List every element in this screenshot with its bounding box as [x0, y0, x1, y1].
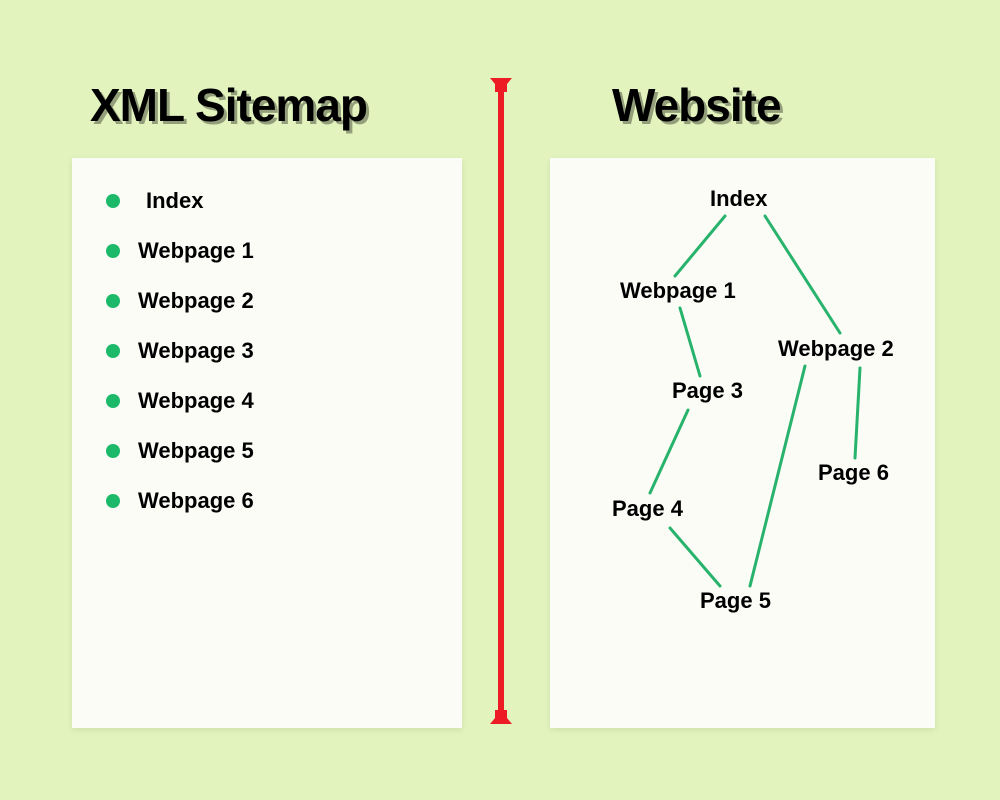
tree-node-webpage1: Webpage 1: [620, 278, 736, 304]
sitemap-list: Index Webpage 1 Webpage 2 Webpage 3 Webp…: [106, 188, 254, 538]
list-item-label: Index: [138, 188, 203, 214]
list-item-label: Webpage 4: [138, 388, 254, 414]
list-item: Webpage 6: [106, 488, 254, 514]
tree-node-webpage2: Webpage 2: [778, 336, 894, 362]
heading-website: Website: [612, 78, 781, 132]
bullet-icon: [106, 444, 120, 458]
list-item: Index: [106, 188, 254, 214]
list-item-label: Webpage 1: [138, 238, 254, 264]
bullet-icon: [106, 244, 120, 258]
list-item: Webpage 5: [106, 438, 254, 464]
list-item: Webpage 4: [106, 388, 254, 414]
bullet-icon: [106, 494, 120, 508]
divider-cap-bottom-icon: [490, 710, 512, 724]
website-tree-panel: Index Webpage 1 Webpage 2 Page 3 Page 4 …: [550, 158, 935, 728]
list-item-label: Webpage 6: [138, 488, 254, 514]
tree-node-page4: Page 4: [612, 496, 683, 522]
bullet-icon: [106, 194, 120, 208]
bullet-icon: [106, 294, 120, 308]
list-item-label: Webpage 5: [138, 438, 254, 464]
tree-node-page6: Page 6: [818, 460, 889, 486]
heading-xml-sitemap: XML Sitemap: [90, 78, 367, 132]
tree-node-index: Index: [710, 186, 767, 212]
divider-cap-top-icon: [490, 78, 512, 92]
tree-edges: [550, 158, 935, 728]
list-item: Webpage 2: [106, 288, 254, 314]
vertical-divider: [498, 88, 504, 716]
bullet-icon: [106, 344, 120, 358]
list-item-label: Webpage 2: [138, 288, 254, 314]
sitemap-list-panel: Index Webpage 1 Webpage 2 Webpage 3 Webp…: [72, 158, 462, 728]
list-item: Webpage 1: [106, 238, 254, 264]
list-item: Webpage 3: [106, 338, 254, 364]
bullet-icon: [106, 394, 120, 408]
tree-node-page3: Page 3: [672, 378, 743, 404]
list-item-label: Webpage 3: [138, 338, 254, 364]
tree-node-page5: Page 5: [700, 588, 771, 614]
